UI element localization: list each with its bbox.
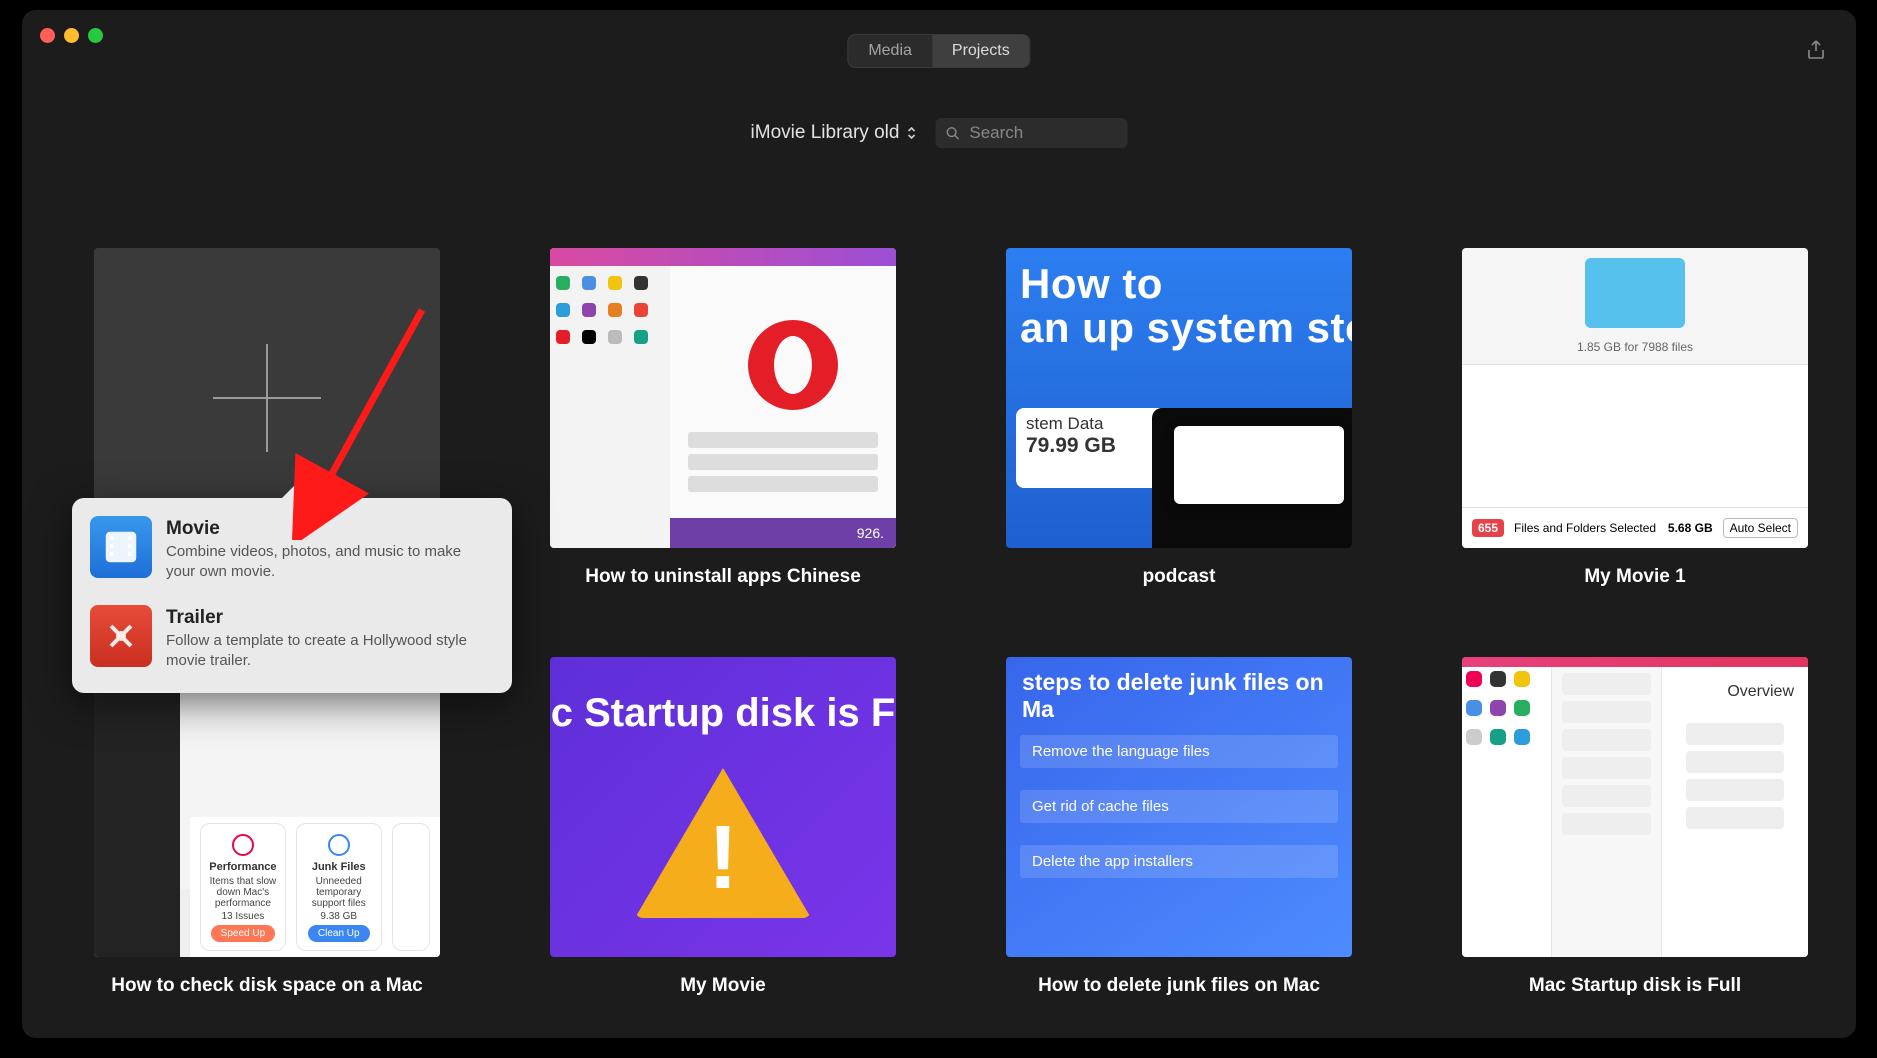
- popover-trailer-title: Trailer: [166, 607, 494, 629]
- popover-movie-desc: Combine videos, photos, and music to mak…: [166, 542, 494, 583]
- thumb-footer-text: 926.: [857, 525, 884, 541]
- project-thumbnail: How to an up system stora stem Data79.99…: [1006, 248, 1352, 548]
- thumb-button: Auto Select: [1723, 518, 1798, 538]
- thumb-caption: 1.85 GB for 7988 files: [1462, 340, 1808, 354]
- project-title: My Movie 1: [1584, 566, 1685, 588]
- thumb-badge: 655: [1472, 519, 1504, 537]
- thumb-headline: steps to delete junk files on Ma: [1022, 669, 1336, 723]
- trailer-icon: [90, 605, 152, 667]
- search-input[interactable]: [967, 122, 1117, 144]
- chevron-up-down-icon: [905, 125, 917, 141]
- search-field[interactable]: [935, 118, 1127, 148]
- thumb-line: Delete the app installers: [1020, 845, 1338, 878]
- project-cell[interactable]: 926. How to uninstall apps Chinese: [550, 248, 896, 609]
- popover-trailer-desc: Follow a template to create a Hollywood …: [166, 631, 494, 672]
- thumb-stat-value: 79.99 GB: [1026, 434, 1156, 458]
- window-controls: [40, 28, 103, 43]
- project-thumbnail: MacCleaner Pro 2Overview PerformanceItem…: [94, 657, 440, 957]
- project-thumbnail: c Startup disk is F !: [550, 657, 896, 957]
- project-cell[interactable]: c Startup disk is F ! My Movie: [550, 657, 896, 1018]
- project-cell[interactable]: steps to delete junk files on Ma Remove …: [1006, 657, 1352, 1018]
- popover-trailer-item[interactable]: Trailer Follow a template to create a Ho…: [86, 597, 498, 680]
- project-thumbnail: 1.85 GB for 7988 files 655 Files and Fol…: [1462, 248, 1808, 548]
- thumb-line: Get rid of cache files: [1020, 790, 1338, 823]
- project-thumbnail: 926.: [550, 248, 896, 548]
- minimize-button[interactable]: [64, 28, 79, 43]
- tab-media[interactable]: Media: [848, 35, 932, 67]
- project-cell[interactable]: Overview Mac Startup disk is Full: [1462, 657, 1808, 1018]
- create-popover: Movie Combine videos, photos, and music …: [72, 498, 512, 693]
- maximize-button[interactable]: [88, 28, 103, 43]
- search-icon: [945, 125, 959, 141]
- view-segmented-control: Media Projects: [847, 34, 1030, 68]
- project-title: podcast: [1143, 566, 1216, 588]
- tab-projects[interactable]: Projects: [932, 35, 1030, 67]
- project-cell[interactable]: MacCleaner Pro 2Overview PerformanceItem…: [94, 657, 440, 1018]
- thumb-line: Remove the language files: [1020, 735, 1338, 768]
- share-button[interactable]: [1804, 38, 1828, 62]
- project-title: How to delete junk files on Mac: [1038, 975, 1320, 997]
- thumb-label: Files and Folders Selected: [1514, 521, 1656, 535]
- thumb-stat-label: stem Data: [1026, 414, 1156, 434]
- project-title: Mac Startup disk is Full: [1529, 975, 1741, 997]
- close-button[interactable]: [40, 28, 55, 43]
- thumb-headline: c Startup disk is F: [550, 691, 896, 736]
- popover-movie-item[interactable]: Movie Combine videos, photos, and music …: [86, 508, 498, 591]
- library-name: iMovie Library old: [751, 122, 900, 144]
- project-title: How to uninstall apps Chinese: [585, 566, 861, 588]
- project-title: My Movie: [680, 975, 766, 997]
- movie-icon: [90, 516, 152, 578]
- exclamation-icon: !: [708, 807, 738, 910]
- app-window: Media Projects iMovie Library old: [22, 10, 1856, 1038]
- project-title: How to check disk space on a Mac: [111, 975, 423, 997]
- thumb-overview-label: Overview: [1727, 683, 1794, 701]
- popover-movie-title: Movie: [166, 518, 494, 540]
- thumb-size: 5.68 GB: [1668, 521, 1713, 535]
- library-bar: iMovie Library old: [751, 118, 1128, 148]
- project-cell[interactable]: How to an up system stora stem Data79.99…: [1006, 248, 1352, 609]
- library-selector[interactable]: iMovie Library old: [751, 122, 918, 144]
- plus-icon: [207, 338, 327, 458]
- project-thumbnail: steps to delete junk files on Ma Remove …: [1006, 657, 1352, 957]
- project-thumbnail: Overview: [1462, 657, 1808, 957]
- project-cell[interactable]: 1.85 GB for 7988 files 655 Files and Fol…: [1462, 248, 1808, 609]
- thumb-headline: How to an up system stora: [1020, 262, 1352, 350]
